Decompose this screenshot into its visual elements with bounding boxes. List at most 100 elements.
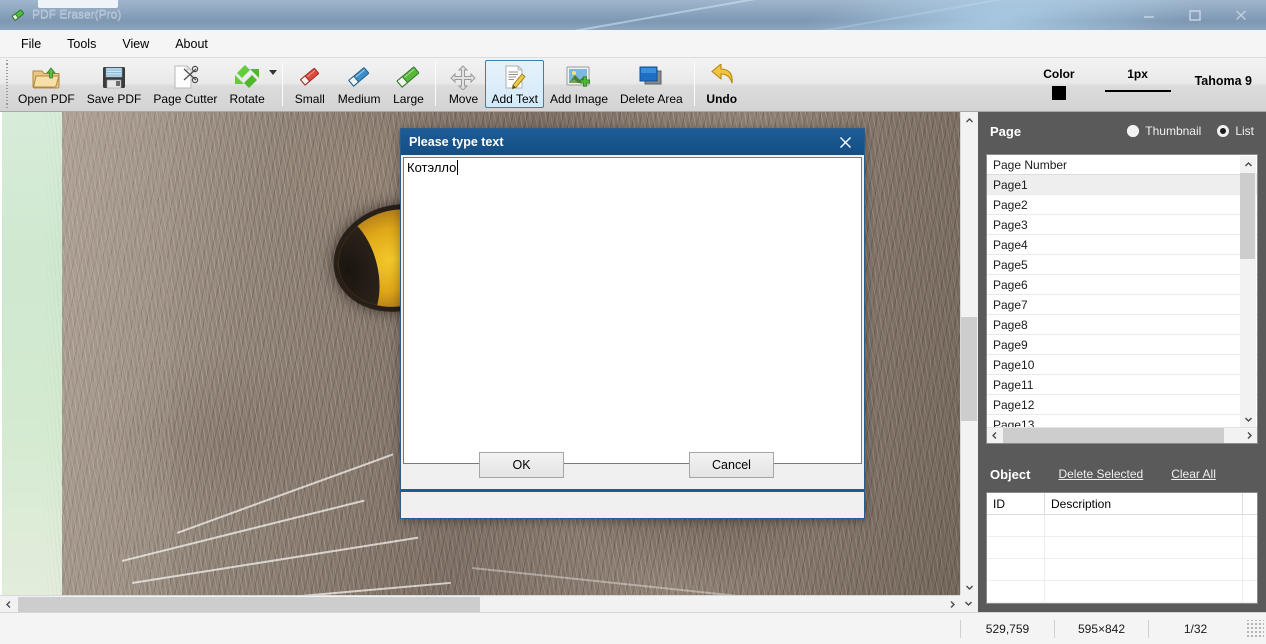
dialog-bottom-accent xyxy=(401,489,864,492)
dialog-close-icon[interactable] xyxy=(832,131,858,153)
horizontal-scroll-thumb[interactable] xyxy=(18,597,480,612)
radio-list-icon[interactable] xyxy=(1217,125,1230,137)
page-list-scroll-down-icon[interactable] xyxy=(1240,411,1256,428)
color-swatch[interactable] xyxy=(1051,86,1066,100)
page-list-item[interactable]: Page3 xyxy=(987,215,1257,235)
object-table-row[interactable] xyxy=(987,515,1257,537)
delete-area-icon xyxy=(636,62,666,92)
font-picker[interactable]: Tahoma 9 xyxy=(1187,74,1266,88)
menu-item-file[interactable]: File xyxy=(10,34,52,54)
clear-all-link[interactable]: Clear All xyxy=(1171,467,1216,481)
status-page-counter: 1/32 xyxy=(1148,619,1242,638)
toolbar-separator xyxy=(281,62,283,106)
object-column-spacer xyxy=(1243,493,1257,514)
tool-label: Undo xyxy=(706,92,738,106)
save-pdf-button[interactable]: Save PDF xyxy=(81,60,148,108)
object-table[interactable]: ID Description xyxy=(986,492,1258,604)
object-cell-description xyxy=(1045,537,1243,558)
page-list-item[interactable]: Page5 xyxy=(987,255,1257,275)
text-input-area[interactable]: Котэлло xyxy=(403,157,862,464)
rotate-button[interactable]: Rotate xyxy=(223,60,270,108)
move-button[interactable]: Move xyxy=(441,60,485,108)
page-list-item[interactable]: Page12 xyxy=(987,395,1257,415)
object-cell-description xyxy=(1045,559,1243,580)
line-width-preview xyxy=(1104,90,1171,92)
page-list-scroll-right-icon[interactable] xyxy=(1242,428,1257,443)
delete-area-button[interactable]: Delete Area xyxy=(614,60,689,108)
object-table-row[interactable] xyxy=(987,537,1257,559)
page-list-column-header: Page Number xyxy=(987,155,1257,175)
tool-label: Save PDF xyxy=(86,92,142,106)
radio-thumbnail-icon[interactable] xyxy=(1127,125,1140,137)
radio-list-label: List xyxy=(1235,124,1254,138)
page-list-item[interactable]: Page8 xyxy=(987,315,1257,335)
minimize-icon[interactable] xyxy=(1126,0,1172,29)
object-cell-id xyxy=(987,515,1045,536)
tool-label: Delete Area xyxy=(620,92,683,106)
medium-eraser-button[interactable]: Medium xyxy=(332,60,387,108)
close-icon[interactable] xyxy=(1218,0,1264,29)
delete-selected-link[interactable]: Delete Selected xyxy=(1058,467,1143,481)
page-list-h-scroll-thumb[interactable] xyxy=(1003,428,1224,443)
floppy-disk-icon xyxy=(100,62,128,92)
add-image-button[interactable]: Add Image xyxy=(544,60,614,108)
undo-button[interactable]: Undo xyxy=(700,60,744,108)
page-list-item[interactable]: Page4 xyxy=(987,235,1257,255)
ok-button[interactable]: OK xyxy=(479,452,564,478)
page-list-item[interactable]: Page7 xyxy=(987,295,1257,315)
open-pdf-button[interactable]: Open PDF xyxy=(12,60,81,108)
page-list-container: Page Number Page1 Page2 Page3 Page4 Page… xyxy=(986,154,1258,444)
page-list-vertical-scrollbar[interactable] xyxy=(1240,156,1256,428)
scroll-up-icon[interactable] xyxy=(961,112,978,129)
color-picker[interactable]: Color xyxy=(1029,67,1088,100)
canvas-vertical-scrollbar[interactable] xyxy=(960,112,978,596)
large-eraser-button[interactable]: Large xyxy=(386,60,430,108)
page-list-item[interactable]: Page9 xyxy=(987,335,1257,355)
rotate-arrows-icon xyxy=(232,62,262,92)
page-list-item[interactable]: Page11 xyxy=(987,375,1257,395)
type-text-dialog: Please type text Котэлло OK Cancel xyxy=(400,128,865,519)
radio-thumbnail[interactable]: Thumbnail xyxy=(1127,124,1201,138)
menu-bar: File Tools View About xyxy=(0,30,1266,58)
page-list-item[interactable]: Page10 xyxy=(987,355,1257,375)
canvas-horizontal-scrollbar[interactable] xyxy=(0,595,961,613)
move-arrows-icon xyxy=(450,62,477,92)
page-cutter-button[interactable]: Page Cutter xyxy=(147,60,223,108)
radio-thumbnail-label: Thumbnail xyxy=(1145,124,1202,138)
resize-grip-icon[interactable] xyxy=(1246,619,1264,638)
tool-label: Small xyxy=(294,92,325,106)
scroll-right-icon[interactable] xyxy=(944,596,961,613)
cancel-button[interactable]: Cancel xyxy=(689,452,774,478)
page-list-scroll-left-icon[interactable] xyxy=(987,428,1002,443)
toolbar: Open PDF Save PDF Page Cutter Rotate Sma… xyxy=(0,58,1266,112)
add-text-button[interactable]: Add Text xyxy=(485,60,544,108)
red-eraser-icon xyxy=(297,62,323,92)
object-table-row[interactable] xyxy=(987,559,1257,581)
menu-item-view[interactable]: View xyxy=(111,34,160,54)
object-column-id: ID xyxy=(987,493,1045,514)
tool-label: Open PDF xyxy=(18,92,75,106)
object-cell-id xyxy=(987,559,1045,580)
page-list-item[interactable]: Page2 xyxy=(987,195,1257,215)
tool-label: Move xyxy=(448,92,479,106)
radio-list[interactable]: List xyxy=(1217,124,1254,138)
tool-label: Large xyxy=(393,92,424,106)
scroll-left-icon[interactable] xyxy=(0,596,17,613)
page-list-item[interactable]: Page6 xyxy=(987,275,1257,295)
object-table-row[interactable] xyxy=(987,581,1257,603)
menu-item-about[interactable]: About xyxy=(164,34,219,54)
vertical-scroll-thumb[interactable] xyxy=(961,317,977,421)
small-eraser-button[interactable]: Small xyxy=(288,60,332,108)
toolbar-grip[interactable] xyxy=(3,60,11,108)
line-width-picker[interactable]: 1px xyxy=(1089,67,1187,92)
menu-item-tools[interactable]: Tools xyxy=(56,34,107,54)
page-list-scroll-up-icon[interactable] xyxy=(1240,156,1256,173)
tool-label: Rotate xyxy=(229,92,265,106)
scroll-down-icon[interactable] xyxy=(961,579,978,596)
page-list[interactable]: Page Number Page1 Page2 Page3 Page4 Page… xyxy=(986,154,1258,444)
page-list-scroll-thumb[interactable] xyxy=(1240,173,1255,259)
page-list-horizontal-scrollbar[interactable] xyxy=(987,427,1257,443)
color-label: Color xyxy=(1043,67,1075,81)
maximize-icon[interactable] xyxy=(1172,0,1218,29)
page-list-item[interactable]: Page1 xyxy=(987,175,1257,195)
